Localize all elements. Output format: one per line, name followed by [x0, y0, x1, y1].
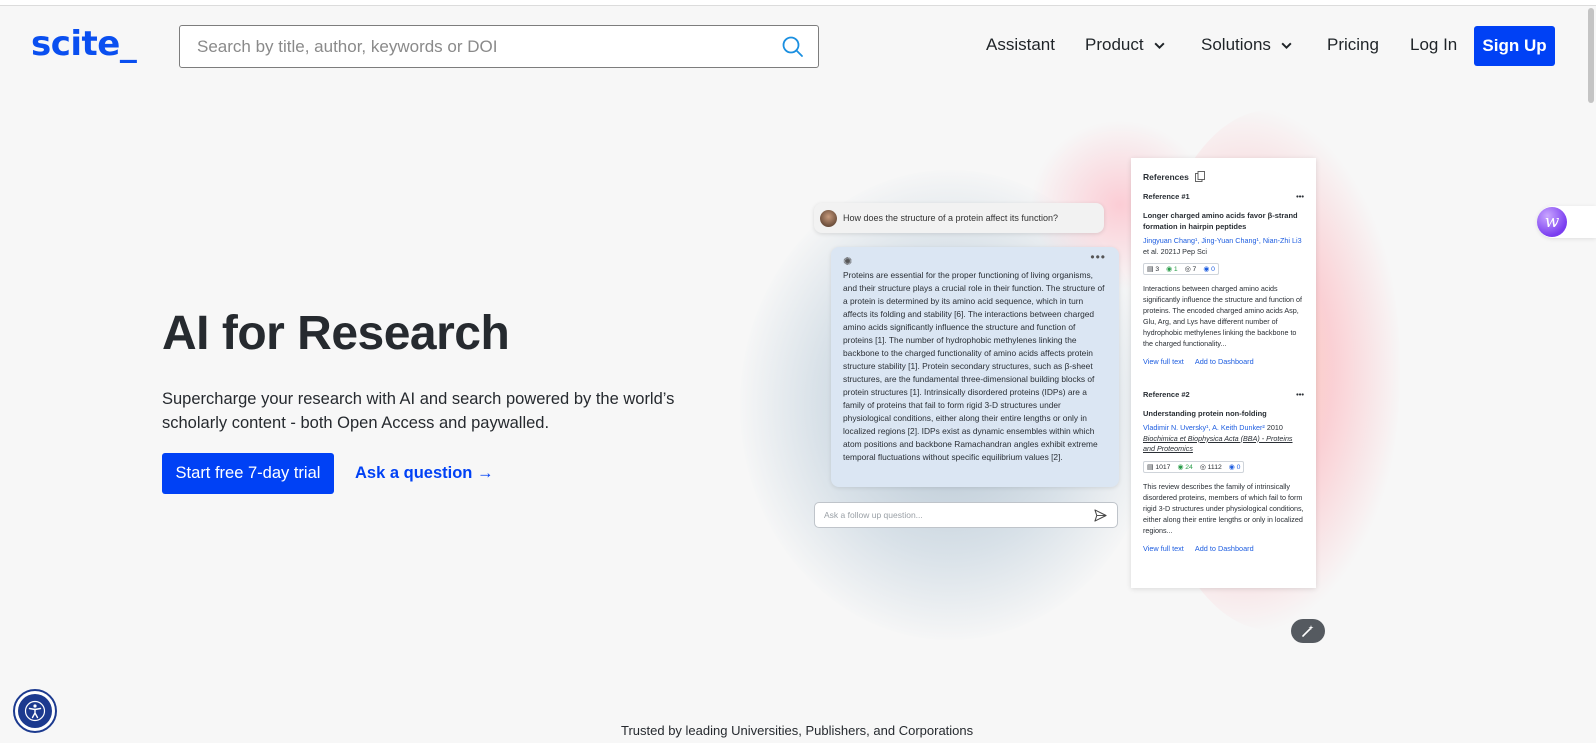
reference-title[interactable]: Longer charged amino acids favor β-stran… — [1143, 210, 1304, 232]
copy-icon[interactable] — [1194, 171, 1205, 182]
hero-title: AI for Research — [162, 307, 510, 360]
citation-badges: ▤ 1017 ◉ 24 ◎ 1112 ◉ 0 — [1143, 460, 1304, 473]
top-border — [0, 0, 1596, 6]
followup-input[interactable] — [824, 510, 1074, 520]
mentioning-badge: ◎ 1112 — [1199, 463, 1222, 471]
citation-badges: ▤ 3 ◉ 1 ◎ 7 ◉ 0 — [1143, 263, 1304, 275]
hero-subtitle: Supercharge your research with AI and se… — [162, 390, 675, 432]
nav-login[interactable]: Log In — [1410, 35, 1457, 55]
references-heading: References — [1143, 171, 1304, 182]
search-input[interactable] — [180, 26, 740, 67]
ask-question-link[interactable]: Ask a question → — [355, 464, 493, 483]
nav-solutions[interactable]: Solutions — [1201, 35, 1293, 55]
search-box[interactable] — [179, 25, 819, 68]
reference-label: Reference #2 ••• — [1143, 390, 1304, 399]
reference-meta: 2010 — [1264, 423, 1283, 432]
more-icon[interactable]: ••• — [1090, 250, 1106, 264]
references-title: References — [1143, 171, 1189, 182]
chevron-down-icon — [1154, 42, 1165, 49]
nav-product[interactable]: Product — [1085, 35, 1166, 55]
reference-authors: Jingyuan Chang¹, Jing-Yuan Chang¹, Nian-… — [1143, 236, 1304, 257]
view-full-text-link[interactable]: View full text — [1143, 544, 1184, 553]
accessibility-icon — [18, 694, 52, 728]
reference-author-links[interactable]: Vladimir N. Uversky¹, A. Keith Dunker² — [1143, 423, 1265, 432]
reference-abstract: Interactions between charged amino acids… — [1143, 284, 1303, 348]
reference-label-text: Reference #2 — [1143, 390, 1190, 399]
reference-meta: et al. 2021J Pep Sci — [1143, 246, 1207, 256]
reference-title[interactable]: Understanding protein non-folding — [1143, 408, 1304, 419]
answer-text: Proteins are essential for the proper fu… — [843, 270, 1105, 462]
scite-logo[interactable]: scite_ — [31, 24, 137, 64]
avatar — [820, 209, 837, 227]
view-full-text-link[interactable]: View full text — [1143, 357, 1184, 366]
reference-label-text: Reference #1 — [1143, 192, 1190, 201]
scrollbar-thumb[interactable] — [1588, 8, 1594, 103]
contrasting-badge: ◉ 0 — [1228, 463, 1241, 471]
publications-badge: ▤ 1017 — [1147, 463, 1171, 471]
answer-card: ✺ ••• Proteins are essential for the pro… — [831, 247, 1119, 487]
widget-icon[interactable]: w — [1537, 207, 1567, 237]
send-icon[interactable] — [1094, 509, 1107, 522]
nav-assistant[interactable]: Assistant — [986, 35, 1055, 55]
magic-wand-icon — [1302, 625, 1314, 637]
more-icon[interactable]: ••• — [1296, 390, 1304, 399]
more-icon[interactable]: ••• — [1296, 192, 1304, 201]
reference-item: Reference #2 ••• Understanding protein n… — [1143, 390, 1304, 553]
chevron-down-icon — [1281, 42, 1292, 49]
reference-authors: Vladimir N. Uversky¹, A. Keith Dunker² 2… — [1143, 423, 1304, 434]
publications-badge: ▤ 3 — [1147, 266, 1160, 273]
reference-label: Reference #1 ••• — [1143, 192, 1304, 201]
start-trial-button[interactable]: Start free 7-day trial — [162, 453, 334, 494]
magic-wand-button[interactable] — [1291, 619, 1325, 643]
question-bubble: How does the structure of a protein affe… — [814, 203, 1104, 233]
question-text: How does the structure of a protein affe… — [843, 213, 1058, 223]
search-icon[interactable] — [781, 35, 805, 59]
nav-product-label: Product — [1085, 35, 1144, 54]
references-panel: References Reference #1 ••• Longer charg… — [1131, 158, 1316, 588]
ai-icon: ✺ — [843, 256, 853, 268]
supporting-badge: ◉ 1 — [1166, 266, 1178, 273]
supporting-badge: ◉ 24 — [1177, 463, 1193, 471]
reference-journal[interactable]: Biochimica et Biophysica Acta (BBA) - Pr… — [1143, 434, 1304, 455]
side-widget[interactable]: w — [1537, 206, 1596, 238]
mentioning-badge: ◎ 7 — [1184, 266, 1197, 273]
reference-abstract: This review describes the family of intr… — [1143, 481, 1304, 535]
reference-links: View full text Add to Dashboard — [1143, 357, 1304, 366]
accessibility-button[interactable] — [13, 689, 57, 733]
add-to-dashboard-link[interactable]: Add to Dashboard — [1195, 357, 1254, 366]
citation-badge[interactable]: ▤ 1017 ◉ 24 ◎ 1112 ◉ 0 — [1143, 460, 1245, 473]
nav-pricing[interactable]: Pricing — [1327, 35, 1379, 55]
add-to-dashboard-link[interactable]: Add to Dashboard — [1195, 544, 1254, 553]
reference-links: View full text Add to Dashboard — [1143, 544, 1304, 553]
reference-author-links[interactable]: Jingyuan Chang¹, Jing-Yuan Chang¹, Nian-… — [1143, 236, 1302, 245]
reference-item: Reference #1 ••• Longer charged amino ac… — [1143, 192, 1304, 366]
trusted-by-text: Trusted by leading Universities, Publish… — [621, 723, 974, 738]
contrasting-badge: ◉ 0 — [1203, 266, 1215, 273]
nav-solutions-label: Solutions — [1201, 35, 1271, 54]
followup-box[interactable] — [814, 502, 1118, 528]
citation-badge[interactable]: ▤ 3 ◉ 1 ◎ 7 ◉ 0 — [1143, 263, 1219, 275]
signup-button[interactable]: Sign Up — [1474, 26, 1555, 66]
